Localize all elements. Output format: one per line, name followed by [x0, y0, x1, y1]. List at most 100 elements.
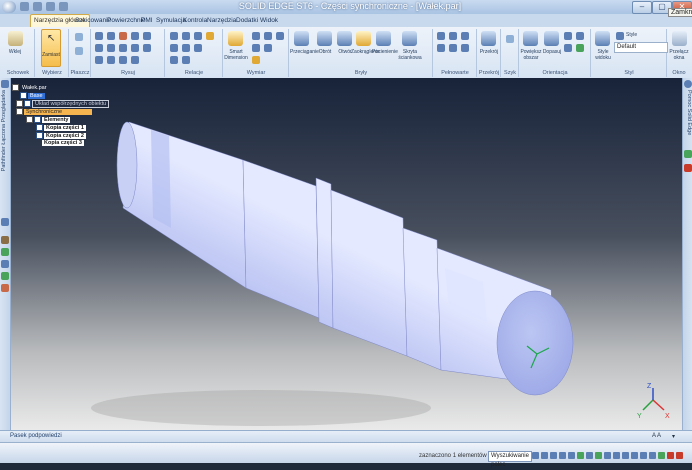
round-icon[interactable]	[356, 31, 371, 46]
lock-plane-icon[interactable]	[75, 47, 83, 55]
distance-icon[interactable]	[252, 32, 260, 40]
move-icon[interactable]	[143, 44, 151, 52]
smart-dimension-icon[interactable]	[228, 31, 243, 46]
style-dropdown[interactable]: Default	[614, 42, 668, 53]
tree-item-root[interactable]: Wałek.par	[12, 84, 49, 91]
tab-view[interactable]: Widok	[257, 15, 281, 27]
extend-icon[interactable]	[107, 44, 115, 52]
hole-icon[interactable]	[337, 31, 352, 46]
tree-item-coordinate-system[interactable]: Układ współrzędnych obiektu	[16, 99, 110, 108]
camera-icon[interactable]	[640, 452, 647, 459]
shaft-section-3[interactable]	[330, 189, 408, 357]
symmetric-icon[interactable]	[182, 56, 190, 64]
project-icon[interactable]	[131, 56, 139, 64]
rotate-view-icon[interactable]	[577, 452, 584, 459]
qat-dropdown-icon[interactable]	[59, 2, 68, 11]
fit-view-icon[interactable]	[559, 452, 566, 459]
redo-icon[interactable]	[46, 2, 55, 11]
render-icon[interactable]	[667, 452, 674, 459]
shaft-section-2[interactable]	[242, 159, 320, 319]
arc-icon[interactable]	[107, 32, 115, 40]
app-logo-icon[interactable]	[2, 1, 16, 13]
wireframe-icon[interactable]	[613, 452, 620, 459]
community-icon[interactable]	[684, 150, 692, 158]
view-styles-icon[interactable]	[595, 31, 610, 46]
color-icon[interactable]	[658, 452, 665, 459]
visibility-checkbox[interactable]	[34, 116, 41, 123]
curve-icon[interactable]	[107, 56, 115, 64]
rectangle-icon[interactable]	[131, 32, 139, 40]
expand-icon[interactable]	[16, 108, 23, 115]
thin-wall-icon[interactable]	[402, 31, 417, 46]
tree-item-part-copy-2[interactable]: Kopia części 2	[36, 132, 86, 139]
visibility-checkbox[interactable]	[20, 92, 27, 99]
properties-icon[interactable]	[1, 272, 9, 280]
spin-icon[interactable]	[586, 452, 593, 459]
visibility-checkbox[interactable]	[36, 132, 43, 139]
paste-icon[interactable]	[8, 31, 23, 46]
rib-icon[interactable]	[437, 44, 445, 52]
section-icon[interactable]	[481, 31, 496, 46]
pan-icon[interactable]	[576, 32, 584, 40]
expand-icon[interactable]	[16, 100, 23, 107]
undo-icon[interactable]	[33, 2, 42, 11]
minimize-button[interactable]: –	[632, 1, 652, 14]
shaft-section-1[interactable]	[122, 121, 247, 289]
mirror-feature-icon[interactable]	[449, 32, 457, 40]
shaft-end-face[interactable]	[496, 290, 574, 396]
fillet-icon[interactable]	[143, 32, 151, 40]
horizontal-icon[interactable]	[194, 44, 202, 52]
visibility-checkbox[interactable]	[36, 124, 43, 131]
pan-view-icon[interactable]	[568, 452, 575, 459]
display-icon[interactable]	[649, 452, 656, 459]
pattern-menu-icon[interactable]	[506, 35, 514, 43]
ellipse-icon[interactable]	[95, 56, 103, 64]
style-icon[interactable]	[616, 32, 624, 40]
rotate-icon[interactable]	[564, 44, 572, 52]
coordinate-dimension-icon[interactable]	[252, 44, 260, 52]
circle-icon[interactable]	[119, 32, 127, 40]
search-icon[interactable]	[532, 452, 539, 459]
tree-item-features[interactable]: Elementy	[26, 116, 71, 123]
draft-icon[interactable]	[449, 44, 457, 52]
layers-icon[interactable]	[1, 218, 9, 226]
shaft-section-4[interactable]	[402, 227, 442, 371]
save-icon[interactable]	[20, 2, 29, 11]
expand-icon[interactable]	[26, 116, 33, 123]
status-icon[interactable]	[676, 452, 683, 459]
view-triad[interactable]: Z Y X	[637, 383, 670, 420]
thread-icon[interactable]	[461, 32, 469, 40]
chamfer-dimension-icon[interactable]	[264, 44, 272, 52]
tree-item-part-copy-1[interactable]: Kopia części 1	[36, 124, 86, 131]
pattern-icon[interactable]	[437, 32, 445, 40]
mirror-icon[interactable]	[131, 44, 139, 52]
zoom-window-icon[interactable]	[523, 31, 538, 46]
perpendicular-icon[interactable]	[182, 44, 190, 52]
connect-icon[interactable]	[170, 32, 178, 40]
tangent-icon[interactable]	[182, 32, 190, 40]
select-tool-button[interactable]: ↖ Zamiast	[41, 29, 61, 67]
family-icon[interactable]	[1, 248, 9, 256]
command-search-input[interactable]: Wyszukiwanie polec	[488, 451, 532, 468]
help-icon[interactable]	[684, 80, 692, 88]
angular-dimension-icon[interactable]	[276, 32, 284, 40]
youtube-icon[interactable]	[684, 164, 692, 172]
sensors-icon[interactable]	[1, 260, 9, 268]
point-icon[interactable]	[119, 56, 127, 64]
angle-icon[interactable]	[264, 32, 272, 40]
visibility-checkbox[interactable]	[24, 100, 31, 107]
pathfinder-icon[interactable]	[1, 80, 9, 88]
line-icon[interactable]	[95, 32, 103, 40]
tree-item-synchronous[interactable]: Synchroniczne	[16, 108, 93, 115]
sketch-view-icon[interactable]	[595, 452, 602, 459]
chamfer-icon[interactable]	[461, 44, 469, 52]
graphics-viewport[interactable]: Z Y X	[11, 78, 682, 430]
trim-icon[interactable]	[95, 44, 103, 52]
switch-windows-icon[interactable]	[672, 31, 687, 46]
font-size-icon[interactable]: A A	[652, 433, 661, 439]
zoom-area-icon[interactable]	[541, 452, 548, 459]
views-icon[interactable]	[622, 452, 629, 459]
fit-icon[interactable]	[544, 31, 559, 46]
part-model[interactable]: Z Y X	[11, 78, 682, 430]
parallel-icon[interactable]	[170, 44, 178, 52]
